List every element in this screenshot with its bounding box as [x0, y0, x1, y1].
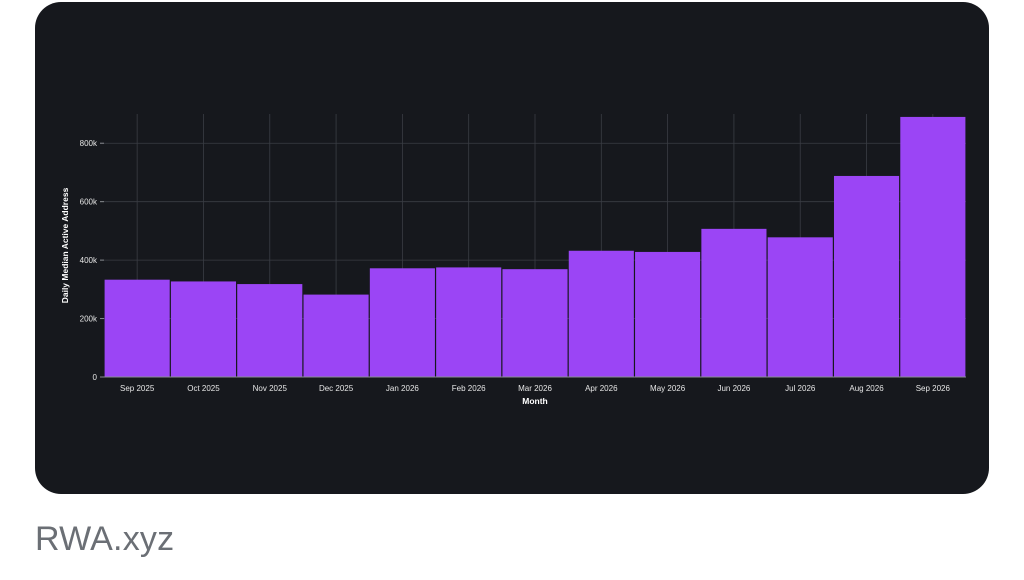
bar-jul-2026 — [767, 237, 833, 377]
y-tick-label-3: 600k — [80, 198, 98, 207]
x-tick-label-12: Sep 2026 — [916, 384, 951, 393]
x-tick-label-0: Sep 2025 — [120, 384, 155, 393]
x-tick-label-9: Jun 2026 — [717, 384, 750, 393]
bar-feb-2026 — [436, 267, 502, 377]
x-axis-title: Month — [522, 396, 548, 406]
bar-dec-2025 — [303, 294, 369, 377]
x-tick-label-8: May 2026 — [650, 384, 686, 393]
bar-oct-2025 — [170, 281, 237, 377]
bar-apr-2026 — [568, 250, 634, 377]
bar-jan-2026 — [369, 268, 435, 377]
y-axis-title: Daily Median Active Address — [60, 187, 70, 303]
x-tick-label-2: Nov 2025 — [253, 384, 288, 393]
x-tick-label-4: Jan 2026 — [386, 384, 419, 393]
y-tick-labels: 0 200k 400k 600k 800k — [80, 139, 104, 382]
y-tick-label-1: 200k — [80, 315, 98, 324]
bar-nov-2025 — [237, 284, 303, 377]
x-tick-label-3: Dec 2025 — [319, 384, 354, 393]
x-tick-label-7: Apr 2026 — [585, 384, 618, 393]
source-label: RWA.xyz — [35, 520, 175, 558]
x-tick-label-1: Oct 2025 — [187, 384, 220, 393]
x-tick-label-10: Jul 2026 — [785, 384, 816, 393]
y-tick-label-4: 800k — [80, 139, 98, 148]
y-tick-label-0: 0 — [93, 373, 98, 382]
bar-aug-2026 — [833, 175, 900, 377]
bar-jun-2026 — [701, 228, 767, 377]
y-tick-label-2: 400k — [80, 256, 98, 265]
x-tick-label-11: Aug 2026 — [849, 384, 884, 393]
bar-chart: 0 200k 400k 600k 800k Sep 2025 Oct 2025 Nov 20… — [60, 114, 966, 406]
bar-sep-2026 — [900, 116, 966, 377]
chart-card: 0 200k 400k 600k 800k Sep 2025 Oct 2025 Nov 20… — [35, 2, 989, 494]
bar-mar-2026 — [502, 269, 568, 377]
bar-sep-2025 — [104, 279, 170, 377]
bar-may-2026 — [635, 251, 701, 377]
x-tick-label-6: Mar 2026 — [518, 384, 552, 393]
x-tick-labels: Sep 2025 Oct 2025 Nov 2025 Dec 2025 Jan 2026… — [120, 384, 950, 393]
x-tick-label-5: Feb 2026 — [452, 384, 486, 393]
